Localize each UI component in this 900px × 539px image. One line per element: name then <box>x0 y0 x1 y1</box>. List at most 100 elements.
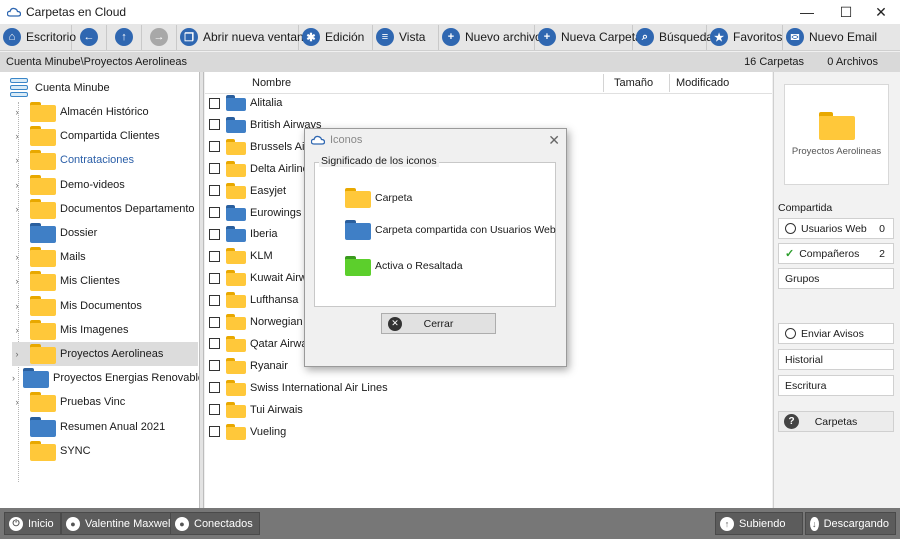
tree-item[interactable]: Dossier <box>12 221 198 245</box>
tree-item[interactable]: › Documentos Departamento <box>12 197 198 221</box>
escritorio-button[interactable]: ⌂ Escritorio <box>0 24 76 50</box>
busqueda-label: Búsqueda <box>659 30 714 44</box>
tree-item[interactable]: › Contrataciones <box>12 148 198 172</box>
row-checkbox[interactable] <box>209 119 220 131</box>
row-checkbox[interactable] <box>209 360 220 372</box>
legend-row: Carpeta <box>345 188 412 208</box>
column-nombre[interactable]: Nombre <box>252 77 291 89</box>
tree-item[interactable]: Resumen Anual 2021 <box>12 415 198 439</box>
tree-item[interactable]: › Almacén Histórico <box>12 100 198 124</box>
dialog-close-icon[interactable]: ✕ <box>548 132 560 149</box>
subiendo-button[interactable]: ↑ Subiendo <box>715 512 803 535</box>
chevron-right-icon[interactable]: › <box>12 180 22 190</box>
tree-item[interactable]: › Compartida Clientes <box>12 124 198 148</box>
user-button[interactable]: ● Valentine Maxwell <box>61 512 180 535</box>
list-item[interactable]: Swiss International Air Lines <box>205 377 605 399</box>
row-checkbox[interactable] <box>209 207 220 218</box>
historial-button[interactable]: Historial <box>778 349 894 370</box>
favoritos-button[interactable]: ★ Favoritos <box>707 24 783 50</box>
row-checkbox[interactable] <box>209 294 220 306</box>
dialog-titlebar: Iconos <box>311 134 362 146</box>
list-item[interactable]: Vueling <box>205 421 605 443</box>
back-button[interactable]: ← <box>72 24 107 50</box>
list-item[interactable]: Tui Airwais <box>205 399 605 421</box>
chevron-right-icon[interactable]: › <box>12 252 22 262</box>
chevron-right-icon[interactable]: › <box>12 373 15 383</box>
column-modificado[interactable]: Modificado <box>676 77 729 89</box>
tree-item[interactable]: › Mis Clientes <box>12 269 198 293</box>
chevron-right-icon[interactable]: › <box>12 107 22 117</box>
row-checkbox[interactable] <box>209 97 220 109</box>
tree-item[interactable]: › Demo-videos <box>12 173 198 197</box>
chevron-right-icon[interactable]: › <box>12 155 22 165</box>
close-window-button[interactable]: ✕ <box>862 0 900 24</box>
usuarios-web-button[interactable]: Usuarios Web 0 <box>778 218 894 239</box>
tree-item[interactable]: SYNC <box>12 439 198 463</box>
chevron-right-icon[interactable]: › <box>12 349 22 359</box>
icons-dialog: Iconos ✕ Significado de los iconos ✕ Cer… <box>304 128 567 367</box>
tree-item-label: Compartida Clientes <box>60 130 160 143</box>
tree-item[interactable]: › Proyectos Aerolineas <box>12 342 198 366</box>
folder-icon <box>226 182 246 199</box>
row-checkbox[interactable] <box>209 426 220 437</box>
tree-root-label: Cuenta Minube <box>35 82 110 94</box>
chevron-right-icon[interactable]: › <box>12 397 22 407</box>
nuevo-email-button[interactable]: ✉ Nuevo Email <box>783 25 883 50</box>
folder-icon <box>30 150 56 171</box>
descargando-button[interactable]: ↓ Descargando <box>805 512 896 535</box>
plus-icon: + <box>442 28 460 46</box>
chevron-right-icon[interactable]: › <box>12 204 22 214</box>
row-checkbox[interactable] <box>209 382 220 394</box>
conectados-button[interactable]: ● Conectados <box>170 512 260 535</box>
panel-splitter[interactable] <box>200 72 204 508</box>
tree-item[interactable]: › Mis Imagenes <box>12 318 198 342</box>
row-checkbox[interactable] <box>209 272 220 284</box>
chevron-right-icon[interactable]: › <box>12 325 22 335</box>
abrir-nueva-ventana-button[interactable]: ❐ Abrir nueva ventana <box>177 24 310 50</box>
row-checkbox[interactable] <box>209 316 220 328</box>
folder-icon <box>226 292 246 309</box>
tree-root[interactable]: Cuenta Minube <box>10 78 110 98</box>
compartida-heading: Compartida <box>778 202 833 214</box>
chevron-right-icon[interactable]: › <box>12 276 22 286</box>
legend-label: Activa o Resaltada <box>375 260 463 272</box>
grupos-button[interactable]: Grupos <box>778 268 894 289</box>
tree-item[interactable]: › Proyectos Energias Renovables <box>12 366 199 390</box>
folder-icon <box>226 314 246 330</box>
maximize-button[interactable]: ☐ <box>827 0 865 24</box>
tree-item[interactable]: › Mis Documentos <box>12 294 198 318</box>
legend-group-title: Significado de los iconos <box>319 155 439 167</box>
chevron-right-icon[interactable]: › <box>12 131 22 141</box>
nueva-carpeta-button[interactable]: + Nueva Carpeta <box>535 24 642 50</box>
folder-icon <box>30 319 56 340</box>
up-button[interactable]: ↑ <box>107 24 142 50</box>
inicio-button[interactable]: ⏻ Inicio <box>4 512 61 535</box>
row-checkbox[interactable] <box>209 338 220 350</box>
chevron-right-icon[interactable]: › <box>12 301 22 311</box>
tree-item[interactable]: › Pruebas Vinc <box>12 390 198 414</box>
folder-icon <box>226 160 246 177</box>
vista-button[interactable]: ≡ Vista <box>373 24 439 50</box>
busqueda-button[interactable]: ⌕ Búsqueda <box>633 24 713 50</box>
tree-item-label: Documentos Departamento <box>60 202 195 215</box>
row-checkbox[interactable] <box>209 228 220 240</box>
row-checkbox[interactable] <box>209 404 220 416</box>
row-checkbox[interactable] <box>209 185 220 197</box>
escritura-button[interactable]: Escritura <box>778 375 894 396</box>
cerrar-button[interactable]: ✕ Cerrar <box>381 313 496 334</box>
row-checkbox[interactable] <box>209 163 220 175</box>
list-item[interactable]: Alitalia <box>205 92 605 114</box>
list-item-label: Lufthansa <box>250 294 299 307</box>
nuevo-archivo-button[interactable]: + Nuevo archivo <box>439 24 542 50</box>
column-tamano[interactable]: Tamaño <box>614 77 653 89</box>
historial-label: Historial <box>785 353 823 366</box>
row-checkbox[interactable] <box>209 250 220 262</box>
forward-button[interactable]: → <box>142 24 177 50</box>
enviar-avisos-button[interactable]: Enviar Avisos <box>778 323 894 344</box>
minimize-button[interactable]: — <box>788 0 826 24</box>
row-checkbox[interactable] <box>209 141 220 153</box>
tree-item[interactable]: › Mails <box>12 245 198 269</box>
carpetas-help-button[interactable]: ? Carpetas <box>778 411 894 432</box>
companeros-button[interactable]: ✓ Compañeros 2 <box>778 243 894 264</box>
edicion-button[interactable]: ✱ Edición <box>299 24 373 50</box>
